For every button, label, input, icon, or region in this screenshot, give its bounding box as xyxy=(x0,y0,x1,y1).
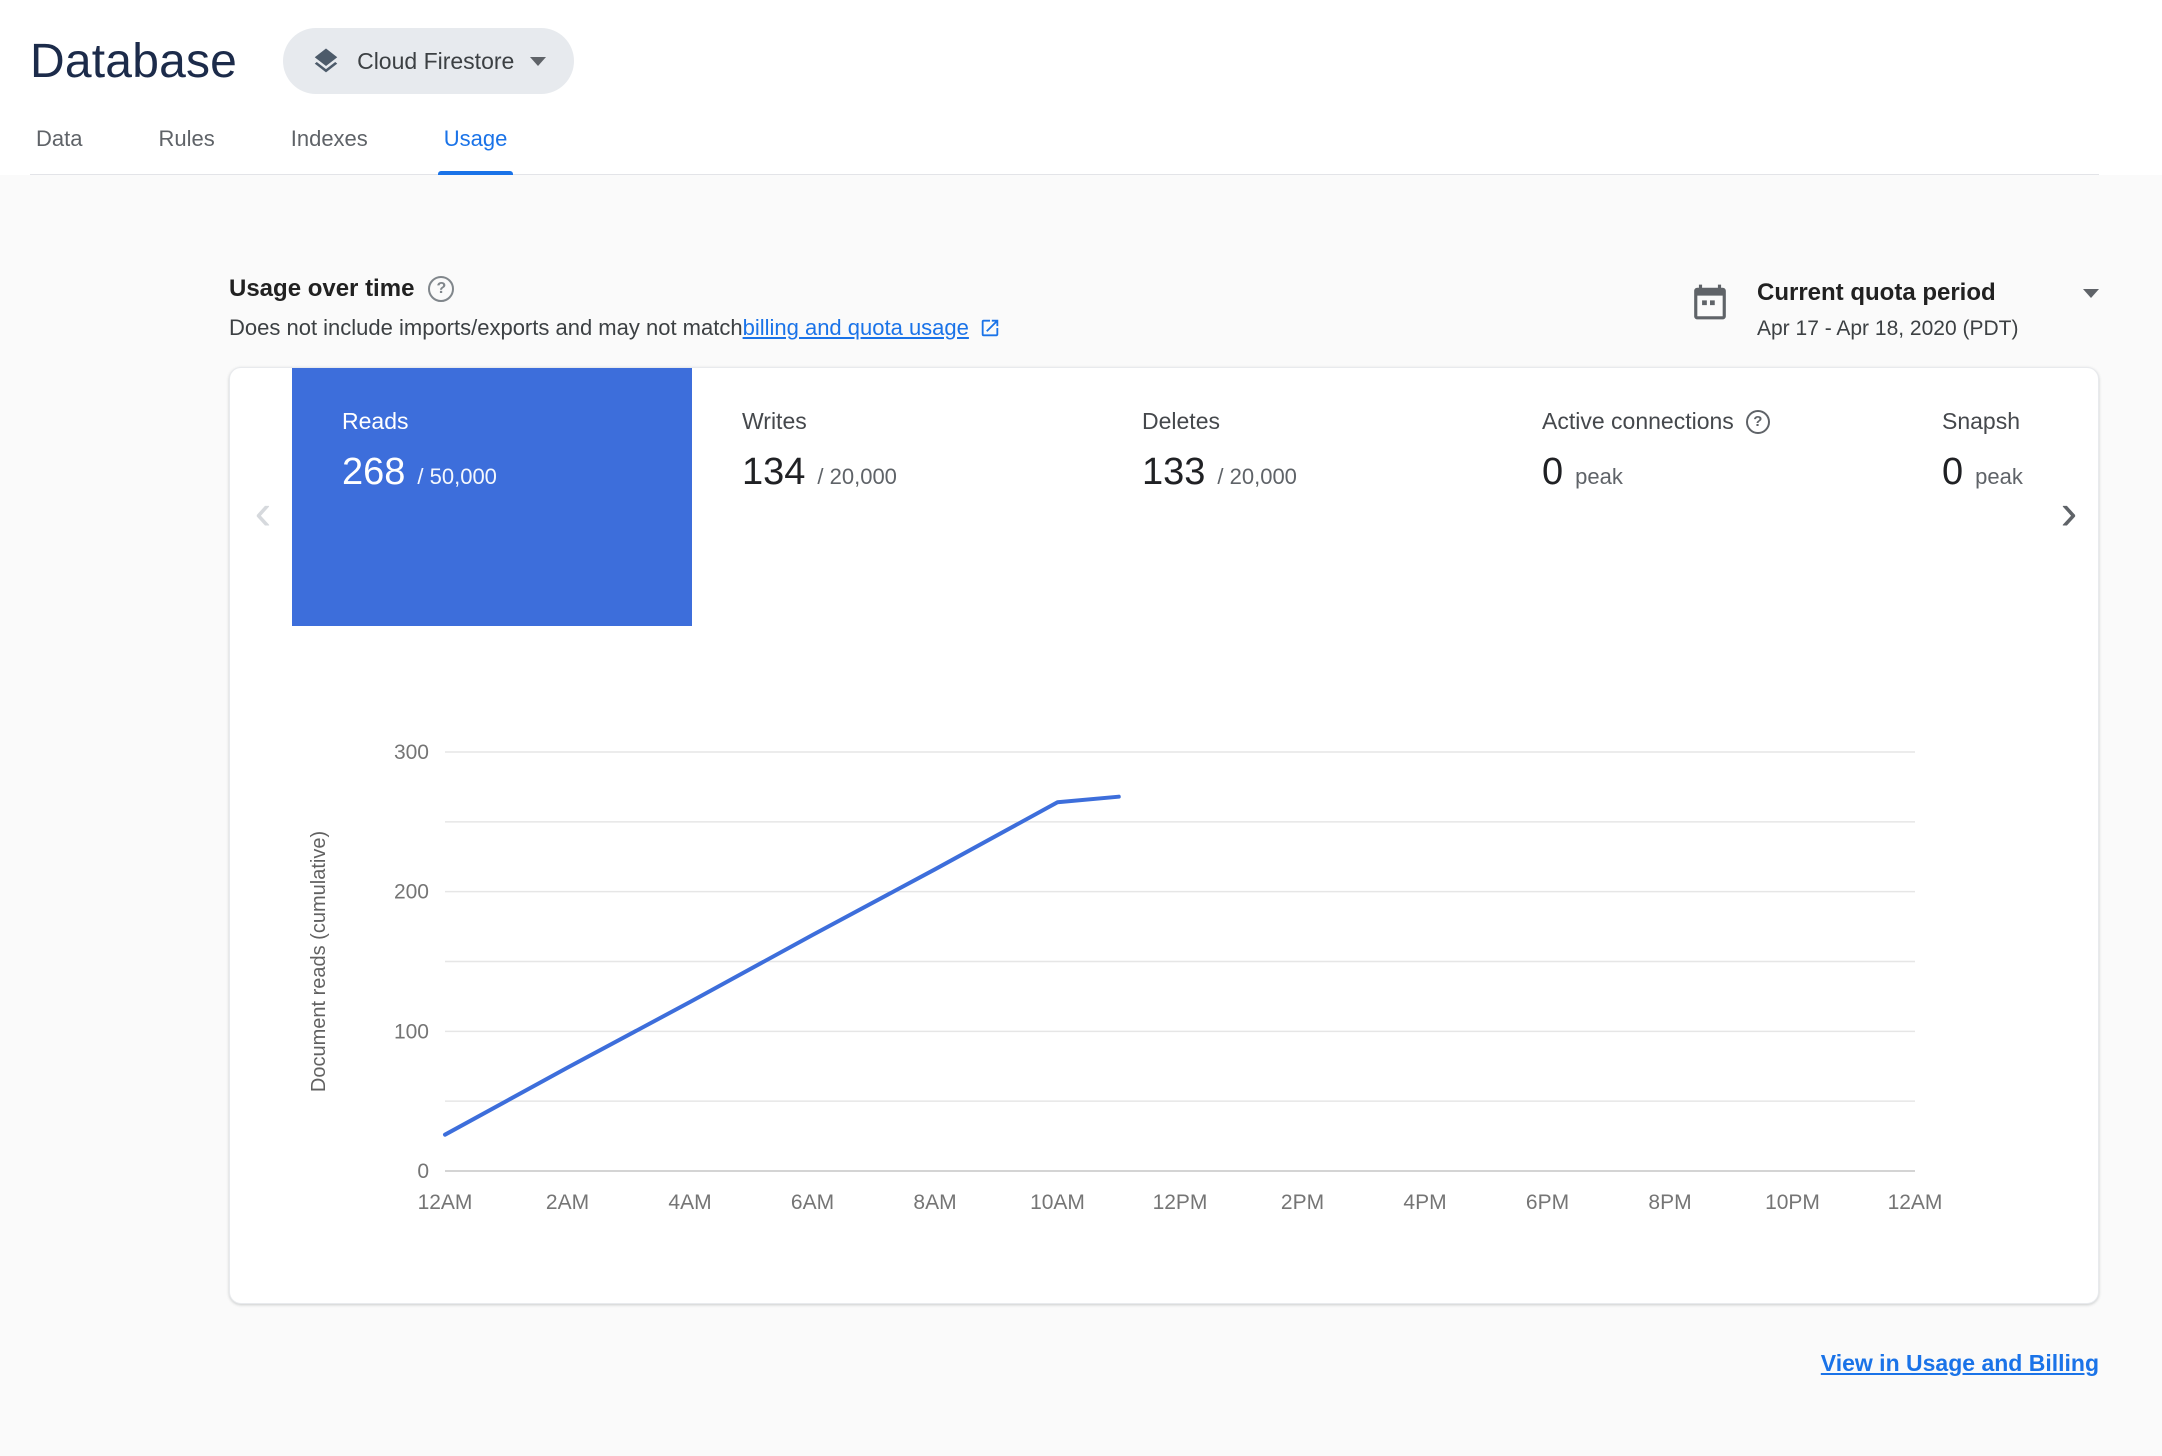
metric-label: Writes xyxy=(742,408,807,434)
metric-denominator: / 50,000 xyxy=(417,464,497,489)
svg-text:300: 300 xyxy=(394,741,429,764)
subtitle-text: Does not include imports/exports and may… xyxy=(229,315,743,340)
open-in-new-icon[interactable] xyxy=(979,317,1001,339)
metric-tile-reads[interactable]: Reads 268 / 50,000 xyxy=(292,368,692,626)
svg-text:6AM: 6AM xyxy=(791,1191,834,1214)
metric-value: 268 xyxy=(342,451,406,493)
calendar-icon xyxy=(1691,279,1729,326)
metric-label: Deletes xyxy=(1142,408,1220,434)
svg-text:8AM: 8AM xyxy=(913,1191,956,1214)
svg-text:6PM: 6PM xyxy=(1526,1191,1569,1214)
metric-label: Reads xyxy=(342,408,409,434)
metric-tiles: Reads 268 / 50,000 Writes 134 / 20,000 D… xyxy=(230,368,2098,626)
chevron-down-icon xyxy=(530,56,547,66)
metric-tile-writes[interactable]: Writes 134 / 20,000 xyxy=(692,368,1092,626)
metric-denominator: peak xyxy=(1575,464,1623,489)
section-subtitle: Does not include imports/exports and may… xyxy=(229,315,1001,341)
product-selector-label: Cloud Firestore xyxy=(357,47,515,74)
metric-label: Snapsh xyxy=(1942,408,2021,434)
usage-chart: 0 100 200 300 12AM 2AM 4AM 6AM 8AM 10AM 12PM 2PM 4PM… xyxy=(308,741,1943,1214)
carousel-next-button[interactable]: › xyxy=(2046,480,2092,544)
svg-text:8PM: 8PM xyxy=(1648,1191,1691,1214)
metric-tile-deletes[interactable]: Deletes 133 / 20,000 xyxy=(1092,368,1492,626)
tab-usage[interactable]: Usage xyxy=(437,116,514,175)
svg-text:4PM: 4PM xyxy=(1403,1191,1446,1214)
usage-section-header: Usage over time ? Does not include impor… xyxy=(229,275,2099,341)
carousel-prev-button[interactable]: ‹ xyxy=(240,480,286,544)
chevron-down-icon xyxy=(2083,288,2099,298)
usage-content: Usage over time ? Does not include impor… xyxy=(0,175,2162,1456)
svg-text:2AM: 2AM xyxy=(546,1191,589,1214)
metric-value: 134 xyxy=(742,451,806,493)
metric-value: 133 xyxy=(1142,451,1206,493)
metric-value: 0 xyxy=(1542,451,1564,493)
svg-text:10AM: 10AM xyxy=(1030,1191,1085,1214)
svg-text:4AM: 4AM xyxy=(668,1191,711,1214)
svg-text:12AM: 12AM xyxy=(1888,1191,1943,1214)
tab-indexes[interactable]: Indexes xyxy=(285,116,374,174)
quota-period-range: Apr 17 - Apr 18, 2020 (PDT) xyxy=(1757,317,2019,340)
firebase-console-page: Database Cloud Firestore Data Rules Inde… xyxy=(0,0,2162,1456)
svg-text:200: 200 xyxy=(394,881,429,904)
help-icon[interactable]: ? xyxy=(1745,409,1770,434)
svg-text:Document reads (cumulative): Document reads (cumulative) xyxy=(308,831,330,1092)
tab-bar: Data Rules Indexes Usage xyxy=(30,116,2099,175)
firestore-icon xyxy=(311,46,341,76)
metric-label: Active connections xyxy=(1542,408,1734,434)
metric-tile-active-connections[interactable]: Active connections ? 0 peak xyxy=(1492,368,1892,626)
section-title: Usage over time xyxy=(229,275,415,302)
help-icon[interactable]: ? xyxy=(428,276,455,302)
metric-value: 0 xyxy=(1942,451,1964,493)
metric-denominator: / 20,000 xyxy=(1217,464,1297,489)
tab-rules[interactable]: Rules xyxy=(152,116,220,174)
svg-text:10PM: 10PM xyxy=(1765,1191,1820,1214)
svg-text:12PM: 12PM xyxy=(1153,1191,1208,1214)
svg-text:2PM: 2PM xyxy=(1281,1191,1324,1214)
svg-text:12AM: 12AM xyxy=(418,1191,473,1214)
product-selector-dropdown[interactable]: Cloud Firestore xyxy=(283,28,575,94)
svg-text:100: 100 xyxy=(394,1020,429,1043)
metric-denominator: / 20,000 xyxy=(817,464,897,489)
view-usage-billing-link[interactable]: View in Usage and Billing xyxy=(1821,1350,2099,1377)
billing-quota-link[interactable]: billing and quota usage xyxy=(743,315,969,341)
metric-denominator: peak xyxy=(1975,464,2023,489)
page-header: Database Cloud Firestore Data Rules Inde… xyxy=(0,0,2162,175)
usage-card: Reads 268 / 50,000 Writes 134 / 20,000 D… xyxy=(229,367,2099,1304)
quota-period-selector[interactable]: Current quota period Apr 17 - Apr 18, 20… xyxy=(1691,275,2099,341)
page-title: Database xyxy=(30,34,238,88)
quota-period-label: Current quota period xyxy=(1757,279,1996,306)
svg-text:0: 0 xyxy=(417,1160,429,1183)
tab-data[interactable]: Data xyxy=(30,116,88,174)
